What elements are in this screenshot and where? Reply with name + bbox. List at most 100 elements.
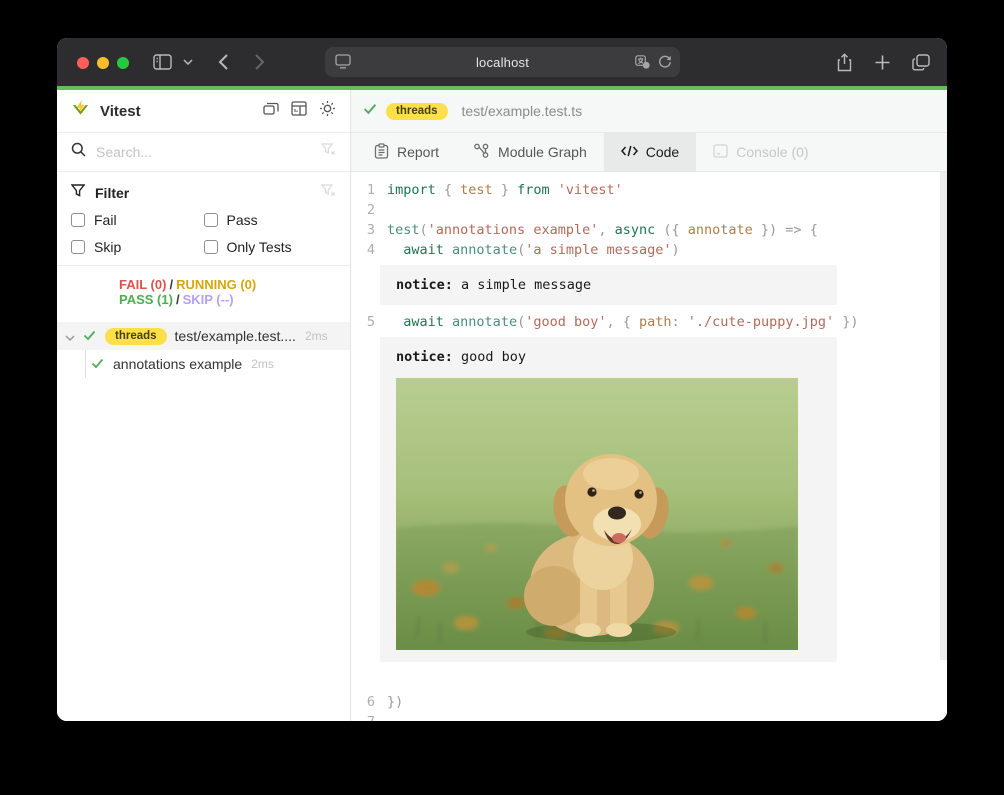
- annotation-attachment: [396, 378, 821, 650]
- test-file-label: test/example.test....: [175, 328, 296, 344]
- tab-code[interactable]: Code: [604, 133, 696, 171]
- filter-option-label: Fail: [94, 212, 117, 228]
- test-duration: 2ms: [305, 329, 328, 343]
- sidebar-chevron-down-icon[interactable]: [183, 38, 193, 86]
- puppy-image: [396, 378, 798, 650]
- code-text: }): [387, 692, 403, 712]
- code-text: await annotate('a simple message'): [387, 240, 680, 260]
- svg-text:x: x: [645, 63, 648, 69]
- clear-search-filter-icon[interactable]: [321, 143, 336, 161]
- tab-report[interactable]: Report: [357, 133, 456, 171]
- line-number: 1: [351, 180, 375, 200]
- filter-option-label: Only Tests: [227, 239, 292, 255]
- filter-option-only-tests[interactable]: Only Tests: [204, 239, 337, 255]
- desktop-background: localhost x: [0, 0, 1004, 795]
- test-case-row[interactable]: annotations example 2ms: [57, 350, 350, 378]
- minimize-window-button[interactable]: [97, 57, 109, 69]
- code-line: 6}): [351, 692, 947, 712]
- chevron-down-icon[interactable]: [65, 328, 75, 344]
- filter-option-skip[interactable]: Skip: [71, 239, 204, 255]
- test-tree: threads test/example.test.... 2ms annota…: [57, 322, 350, 378]
- checkbox[interactable]: [204, 213, 218, 227]
- annotation-message: good boy: [461, 349, 526, 365]
- scrollbar-track[interactable]: [940, 172, 947, 660]
- filter-option-label: Skip: [94, 239, 121, 255]
- tab-label: Code: [646, 144, 679, 160]
- collapse-windows-icon[interactable]: [263, 101, 279, 121]
- tab-label: Report: [397, 144, 439, 160]
- search-icon: [71, 142, 86, 162]
- filter-funnel-icon: [71, 184, 85, 202]
- annotation-type-label: notice:: [396, 349, 461, 365]
- translate-icon[interactable]: x: [635, 55, 650, 74]
- line-number: 7: [351, 712, 375, 721]
- address-bar[interactable]: localhost x: [325, 47, 680, 77]
- search-input[interactable]: [96, 144, 311, 160]
- sidebar: Vitest: [57, 90, 351, 721]
- main-pane: threads test/example.test.ts Report Modu…: [351, 90, 947, 721]
- url-text[interactable]: localhost: [325, 55, 680, 70]
- annotation-notice: notice: a simple message: [380, 265, 837, 305]
- tab-overview-icon[interactable]: [912, 38, 930, 86]
- test-status-summary: FAIL (0)/RUNNING (0) PASS (1)/SKIP (--): [57, 266, 350, 315]
- running-count: RUNNING (0): [176, 277, 256, 292]
- test-duration: 2ms: [251, 357, 274, 371]
- code-line: 5 await annotate('good boy', { path: './…: [351, 312, 947, 332]
- checkbox[interactable]: [71, 240, 85, 254]
- theme-toggle-sun-icon[interactable]: [319, 100, 336, 122]
- browser-window: localhost x: [57, 38, 947, 721]
- back-button[interactable]: [218, 38, 228, 86]
- code-line: 4 await annotate('a simple message'): [351, 240, 947, 260]
- code-text: import { test } from 'vitest': [387, 180, 623, 200]
- code-line: 7: [351, 712, 947, 721]
- filter-option-fail[interactable]: Fail: [71, 212, 204, 228]
- sidebar-toggle-icon[interactable]: [153, 38, 172, 86]
- code-line: 1 import { test } from 'vitest': [351, 180, 947, 200]
- skip-count: SKIP (--): [183, 292, 234, 307]
- line-number: 4: [351, 240, 375, 260]
- filter-section: Filter FailPassSkipOnly Tests: [57, 172, 350, 266]
- checkbox[interactable]: [71, 213, 85, 227]
- code-text: test('annotations example', async ({ ann…: [387, 220, 818, 240]
- fail-count: FAIL (0): [119, 277, 166, 292]
- tab-console-0: Console (0): [696, 133, 825, 171]
- close-window-button[interactable]: [77, 57, 89, 69]
- line-number: 6: [351, 692, 375, 712]
- vitest-app: Vitest: [57, 90, 947, 721]
- code-line: 2: [351, 200, 947, 220]
- code-pane: 1 import { test } from 'vitest' 23test('an…: [351, 172, 947, 721]
- pool-badge: threads: [105, 328, 167, 345]
- code-editor[interactable]: 1 import { test } from 'vitest' 23test('an…: [351, 172, 947, 721]
- file-path: test/example.test.ts: [462, 103, 583, 119]
- status-separator: /: [173, 292, 183, 307]
- annotation-message: a simple message: [461, 277, 591, 293]
- line-number: 2: [351, 200, 375, 220]
- zoom-window-button[interactable]: [117, 57, 129, 69]
- report-icon: [374, 143, 389, 162]
- filter-option-pass[interactable]: Pass: [204, 212, 337, 228]
- filter-option-label: Pass: [227, 212, 258, 228]
- clear-filter-icon[interactable]: [321, 184, 336, 202]
- pass-check-icon: [91, 356, 104, 372]
- dashboard-icon[interactable]: [291, 101, 307, 121]
- pass-check-icon: [83, 328, 96, 344]
- checkbox[interactable]: [204, 240, 218, 254]
- graph-icon: [473, 143, 490, 162]
- line-number: 5: [351, 312, 375, 332]
- new-tab-icon[interactable]: [875, 38, 890, 86]
- code-line: 3test('annotations example', async ({ an…: [351, 220, 947, 240]
- share-icon[interactable]: [836, 38, 853, 86]
- reload-icon[interactable]: [658, 55, 672, 74]
- status-separator: /: [166, 277, 176, 292]
- app-title: Vitest: [100, 103, 263, 120]
- tab-label: Console (0): [736, 144, 808, 160]
- browser-titlebar: localhost x: [57, 38, 947, 86]
- annotation-notice: notice: good boy: [380, 337, 837, 662]
- test-file-row[interactable]: threads test/example.test.... 2ms: [57, 322, 350, 350]
- tree-guide-line: [85, 350, 86, 378]
- website-settings-icon[interactable]: [335, 54, 351, 74]
- sidebar-header: Vitest: [57, 90, 350, 133]
- pass-check-icon: [363, 102, 377, 120]
- pool-badge: threads: [386, 103, 448, 120]
- tab-module-graph[interactable]: Module Graph: [456, 133, 604, 171]
